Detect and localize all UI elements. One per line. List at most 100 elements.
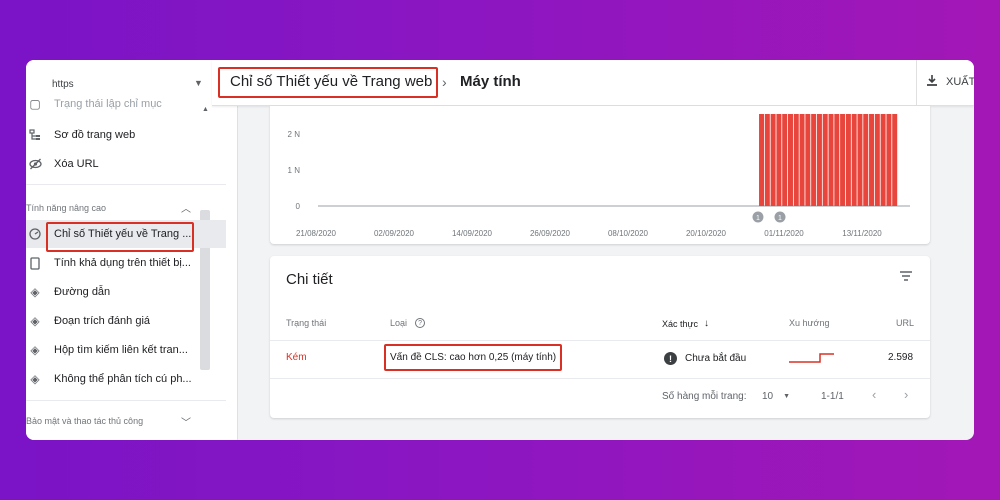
filter-icon[interactable] (898, 268, 914, 284)
chart-bar[interactable] (805, 114, 811, 206)
column-label: Loại (390, 318, 408, 328)
sort-arrow-down-icon: ↓ (704, 318, 710, 329)
sidebar-item-breadcrumbs[interactable]: ◈ Đường dẫn (26, 279, 226, 305)
row-status: Kém (286, 352, 307, 363)
sidebar: https ▼ ▲ ▢ Trạng thái lập chỉ mục Sơ đồ… (26, 60, 238, 440)
chart-bar[interactable] (851, 114, 857, 206)
column-header-status[interactable]: Trạng thái (286, 318, 326, 328)
row-validation: ! Chưa bắt đầu (664, 352, 746, 365)
sidebar-item-label: Hộp tìm kiếm liên kết tran... (54, 344, 188, 356)
export-button[interactable]: XUẤT (926, 74, 974, 90)
chart-bar[interactable] (857, 114, 863, 206)
property-selector[interactable]: https ▼ (26, 74, 211, 96)
divider (26, 184, 226, 185)
index-status-icon: ▢ (29, 97, 41, 111)
previous-page-icon[interactable]: ‹ (872, 387, 876, 402)
sidebar-item-sitemap[interactable]: Sơ đồ trang web (26, 122, 226, 148)
chart-bar[interactable] (886, 114, 892, 206)
chart-bar[interactable] (845, 114, 851, 206)
annotation-label: 1 (778, 215, 782, 222)
column-header-trend[interactable]: Xu hướng (789, 318, 829, 328)
chart-bar[interactable] (840, 114, 846, 206)
x-tick-label: 01/11/2020 (764, 229, 804, 238)
chart-bar[interactable] (776, 114, 782, 206)
rows-per-page-value: 10 (762, 391, 774, 402)
sidebar-item-label: Đường dẫn (54, 286, 111, 298)
sidebar-item-label: Trạng thái lập chỉ mục (54, 98, 162, 110)
issues-chart: 2 N 1 N 0 1 1 21/08/2020 02/09/2020 14/09/2020 2… (288, 114, 910, 238)
rows-per-page-label: Số hàng mỗi trang: (662, 391, 747, 402)
sitemap-icon (28, 128, 42, 142)
page-header: Chỉ số Thiết yếu về Trang web › Máy tính… (212, 60, 974, 106)
column-header-type[interactable]: Loại ? (390, 318, 426, 328)
export-label: XUẤT (946, 76, 974, 88)
rows-per-page-select[interactable]: 10 ▼ (762, 391, 790, 402)
chart-bar[interactable] (869, 114, 875, 206)
next-page-icon[interactable]: › (904, 387, 908, 402)
layers-icon: ◈ (30, 372, 40, 386)
y-tick-label: 1 N (288, 166, 301, 175)
chevron-up-icon: ︿ (181, 204, 191, 215)
chart-bar[interactable] (782, 114, 788, 206)
page-title: Máy tính (460, 73, 521, 90)
divider (26, 400, 226, 401)
chart-bar[interactable] (799, 114, 805, 206)
alert-icon: ! (664, 352, 677, 365)
help-icon[interactable]: ? (415, 318, 426, 328)
trend-sparkline (789, 353, 834, 363)
chart-bar[interactable] (811, 114, 817, 206)
column-header-validation[interactable]: Xác thực ↓ (662, 318, 709, 329)
chart-bar[interactable] (764, 114, 770, 206)
chart-bar[interactable] (770, 114, 776, 206)
highlight-box-sidebar (46, 222, 194, 252)
chart-bar[interactable] (787, 114, 793, 206)
sidebar-item-label: Tính khả dụng trên thiết bị... (54, 257, 191, 269)
chart-bar[interactable] (793, 114, 799, 206)
divider (270, 340, 930, 341)
sidebar-item-review-snippets[interactable]: ◈ Đoạn trích đánh giá (26, 308, 226, 334)
sidebar-item-sitelinks-searchbox[interactable]: ◈ Hộp tìm kiếm liên kết tran... (26, 337, 226, 363)
chart-bar[interactable] (834, 114, 840, 206)
section-security[interactable]: Bảo mật và thao tác thủ công ﹀ (26, 414, 191, 429)
x-tick-label: 20/10/2020 (686, 229, 727, 238)
chart-bar[interactable] (828, 114, 834, 206)
sidebar-item-mobile-usability[interactable]: Tính khả dụng trên thiết bị... (26, 250, 226, 276)
sidebar-item-unparsable[interactable]: ◈ Không thể phân tích cú ph... (26, 366, 226, 392)
x-tick-label: 02/09/2020 (374, 229, 415, 238)
chart-bar[interactable] (892, 114, 898, 206)
y-tick-label: 2 N (288, 130, 301, 139)
column-header-urls[interactable]: URL (896, 318, 914, 328)
column-label: Xác thực (662, 318, 699, 329)
sidebar-item-label: Xóa URL (54, 158, 99, 170)
sidebar-item-remove-url[interactable]: Xóa URL (26, 151, 226, 177)
y-tick-label: 0 (296, 202, 301, 211)
section-enhancements[interactable]: Tính năng nâng cao ︿ (26, 200, 191, 216)
chart-bar[interactable] (759, 114, 765, 206)
layers-icon: ◈ (30, 343, 40, 357)
chart-bar[interactable] (816, 114, 822, 206)
property-value: https (46, 78, 196, 92)
x-tick-label: 14/09/2020 (452, 229, 493, 238)
layers-icon: ◈ (30, 314, 40, 328)
x-tick-label: 13/11/2020 (842, 229, 882, 238)
highlight-box-breadcrumb (218, 67, 438, 98)
divider (916, 60, 917, 106)
pagination-range: 1-1/1 (821, 391, 844, 402)
x-tick-label: 08/10/2020 (608, 229, 649, 238)
sidebar-item-label: Không thể phân tích cú ph... (54, 373, 192, 385)
chart-bar[interactable] (874, 114, 880, 206)
chart-bar[interactable] (880, 114, 886, 206)
divider (270, 378, 930, 379)
section-label: Bảo mật và thao tác thủ công (26, 416, 144, 426)
sidebar-item-index-status[interactable]: ▢ Trạng thái lập chỉ mục (26, 94, 226, 114)
validation-label: Chưa bắt đầu (685, 353, 747, 364)
section-label: Tính năng nâng cao (26, 202, 107, 213)
chart-bar[interactable] (863, 114, 869, 206)
gauge-icon (28, 227, 42, 241)
row-urls: 2.598 (888, 352, 914, 363)
chart-bar[interactable] (822, 114, 828, 206)
search-console-window: https ▼ ▲ ▢ Trạng thái lập chỉ mục Sơ đồ… (26, 60, 974, 440)
annotation-label: 1 (756, 215, 760, 222)
chevron-right-icon: › (442, 74, 447, 90)
highlight-box-issue (384, 344, 562, 371)
